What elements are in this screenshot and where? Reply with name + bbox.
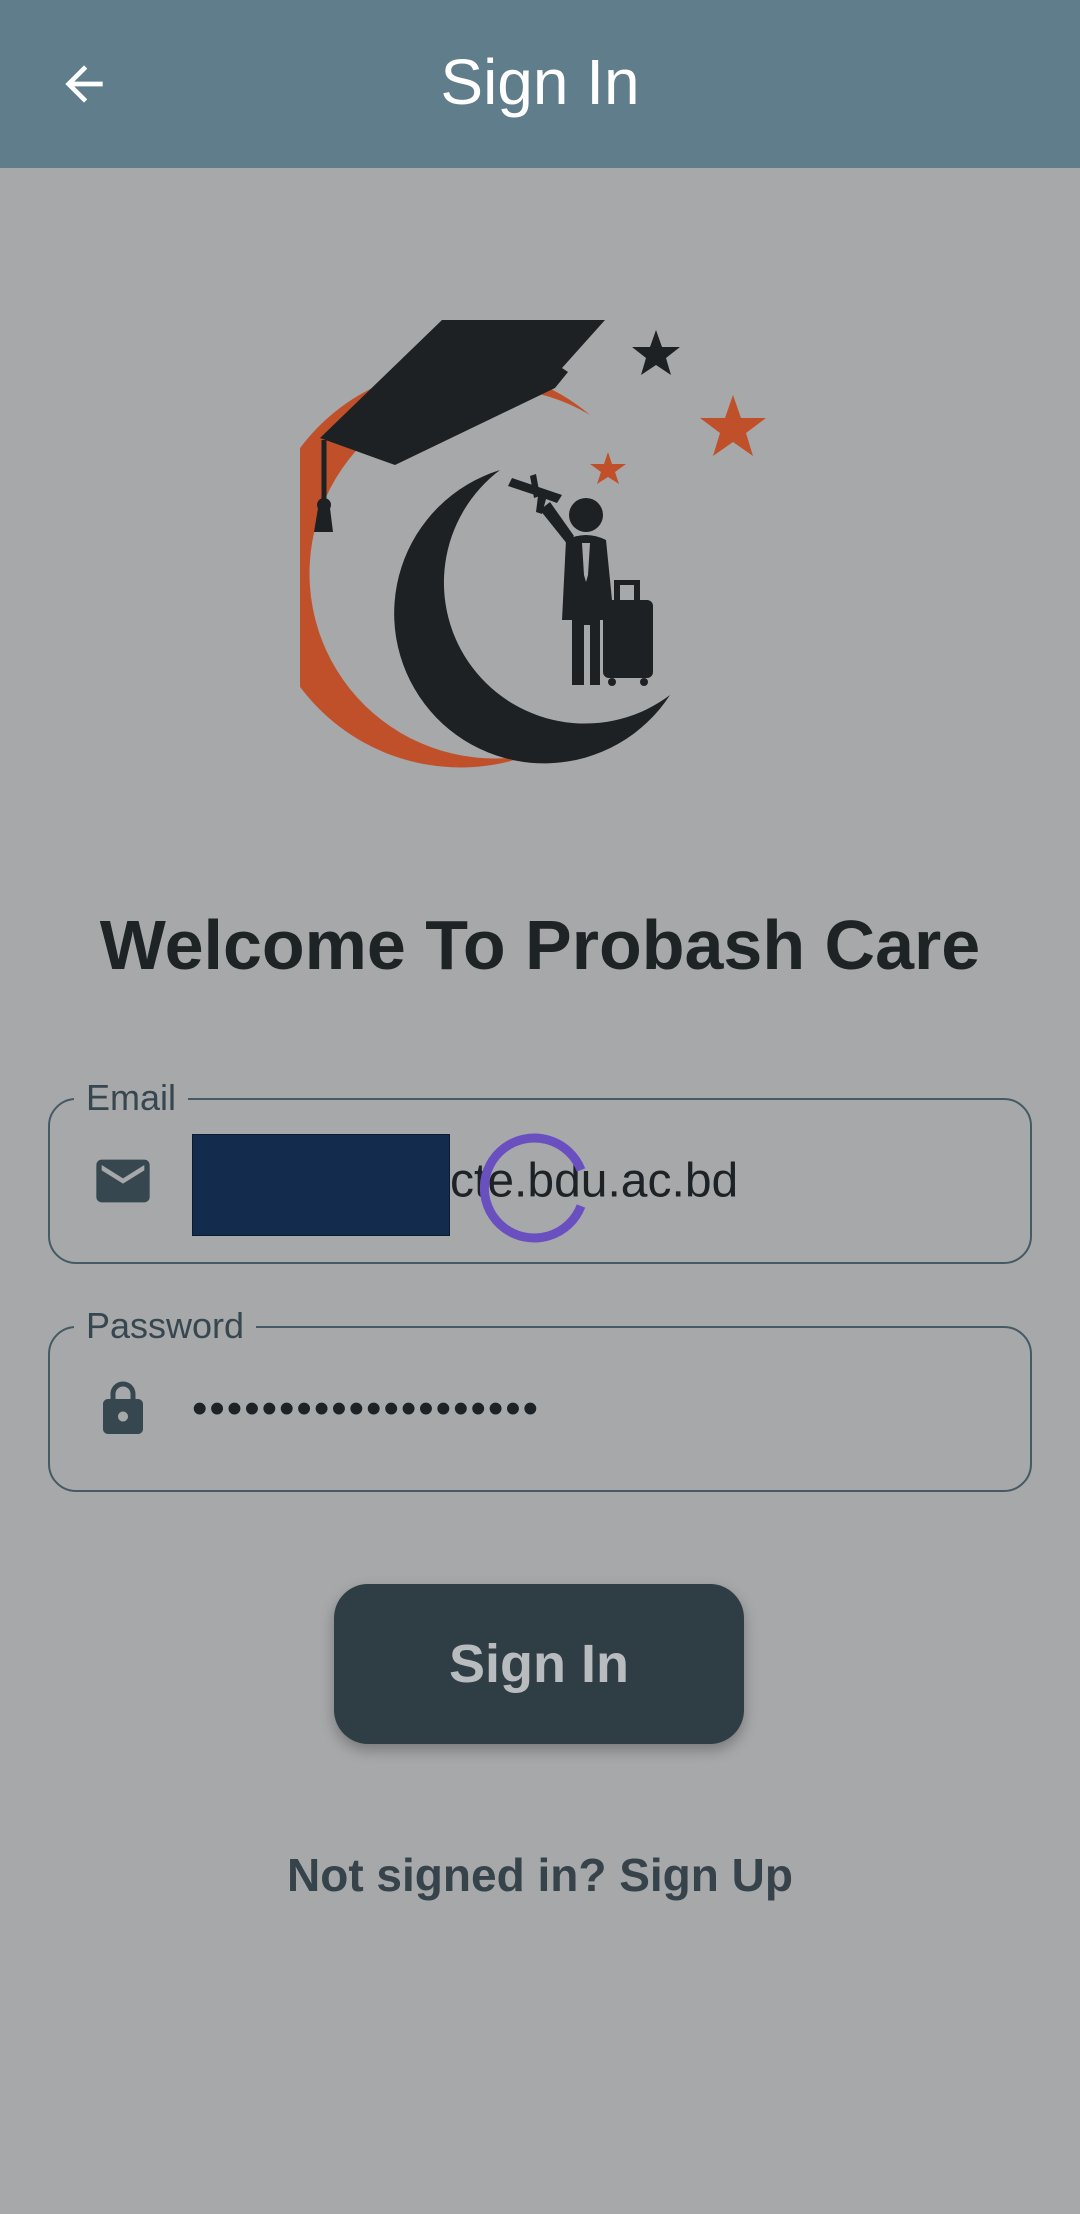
app-logo bbox=[260, 300, 780, 770]
password-value[interactable]: •••••••••••••••••••• bbox=[192, 1384, 540, 1434]
app-bar: Sign In bbox=[0, 0, 1080, 168]
sign-in-button[interactable]: Sign In bbox=[334, 1584, 744, 1744]
star-icon bbox=[632, 330, 680, 375]
star-icon bbox=[700, 395, 766, 456]
traveler-with-luggage-icon bbox=[508, 474, 653, 686]
lock-icon bbox=[88, 1374, 158, 1444]
redacted-email-block bbox=[192, 1134, 450, 1236]
mail-icon bbox=[88, 1146, 158, 1216]
email-label: Email bbox=[74, 1078, 189, 1118]
star-icon bbox=[590, 452, 626, 484]
welcome-heading: Welcome To Probash Care bbox=[99, 906, 981, 984]
page-title: Sign In bbox=[440, 46, 640, 118]
password-field[interactable]: Password •••••••••••••••••••• bbox=[48, 1306, 1032, 1492]
password-label: Password bbox=[74, 1306, 257, 1346]
sign-up-link[interactable]: Not signed in? Sign Up bbox=[0, 1848, 1080, 1902]
loading-spinner-icon bbox=[479, 1133, 586, 1243]
